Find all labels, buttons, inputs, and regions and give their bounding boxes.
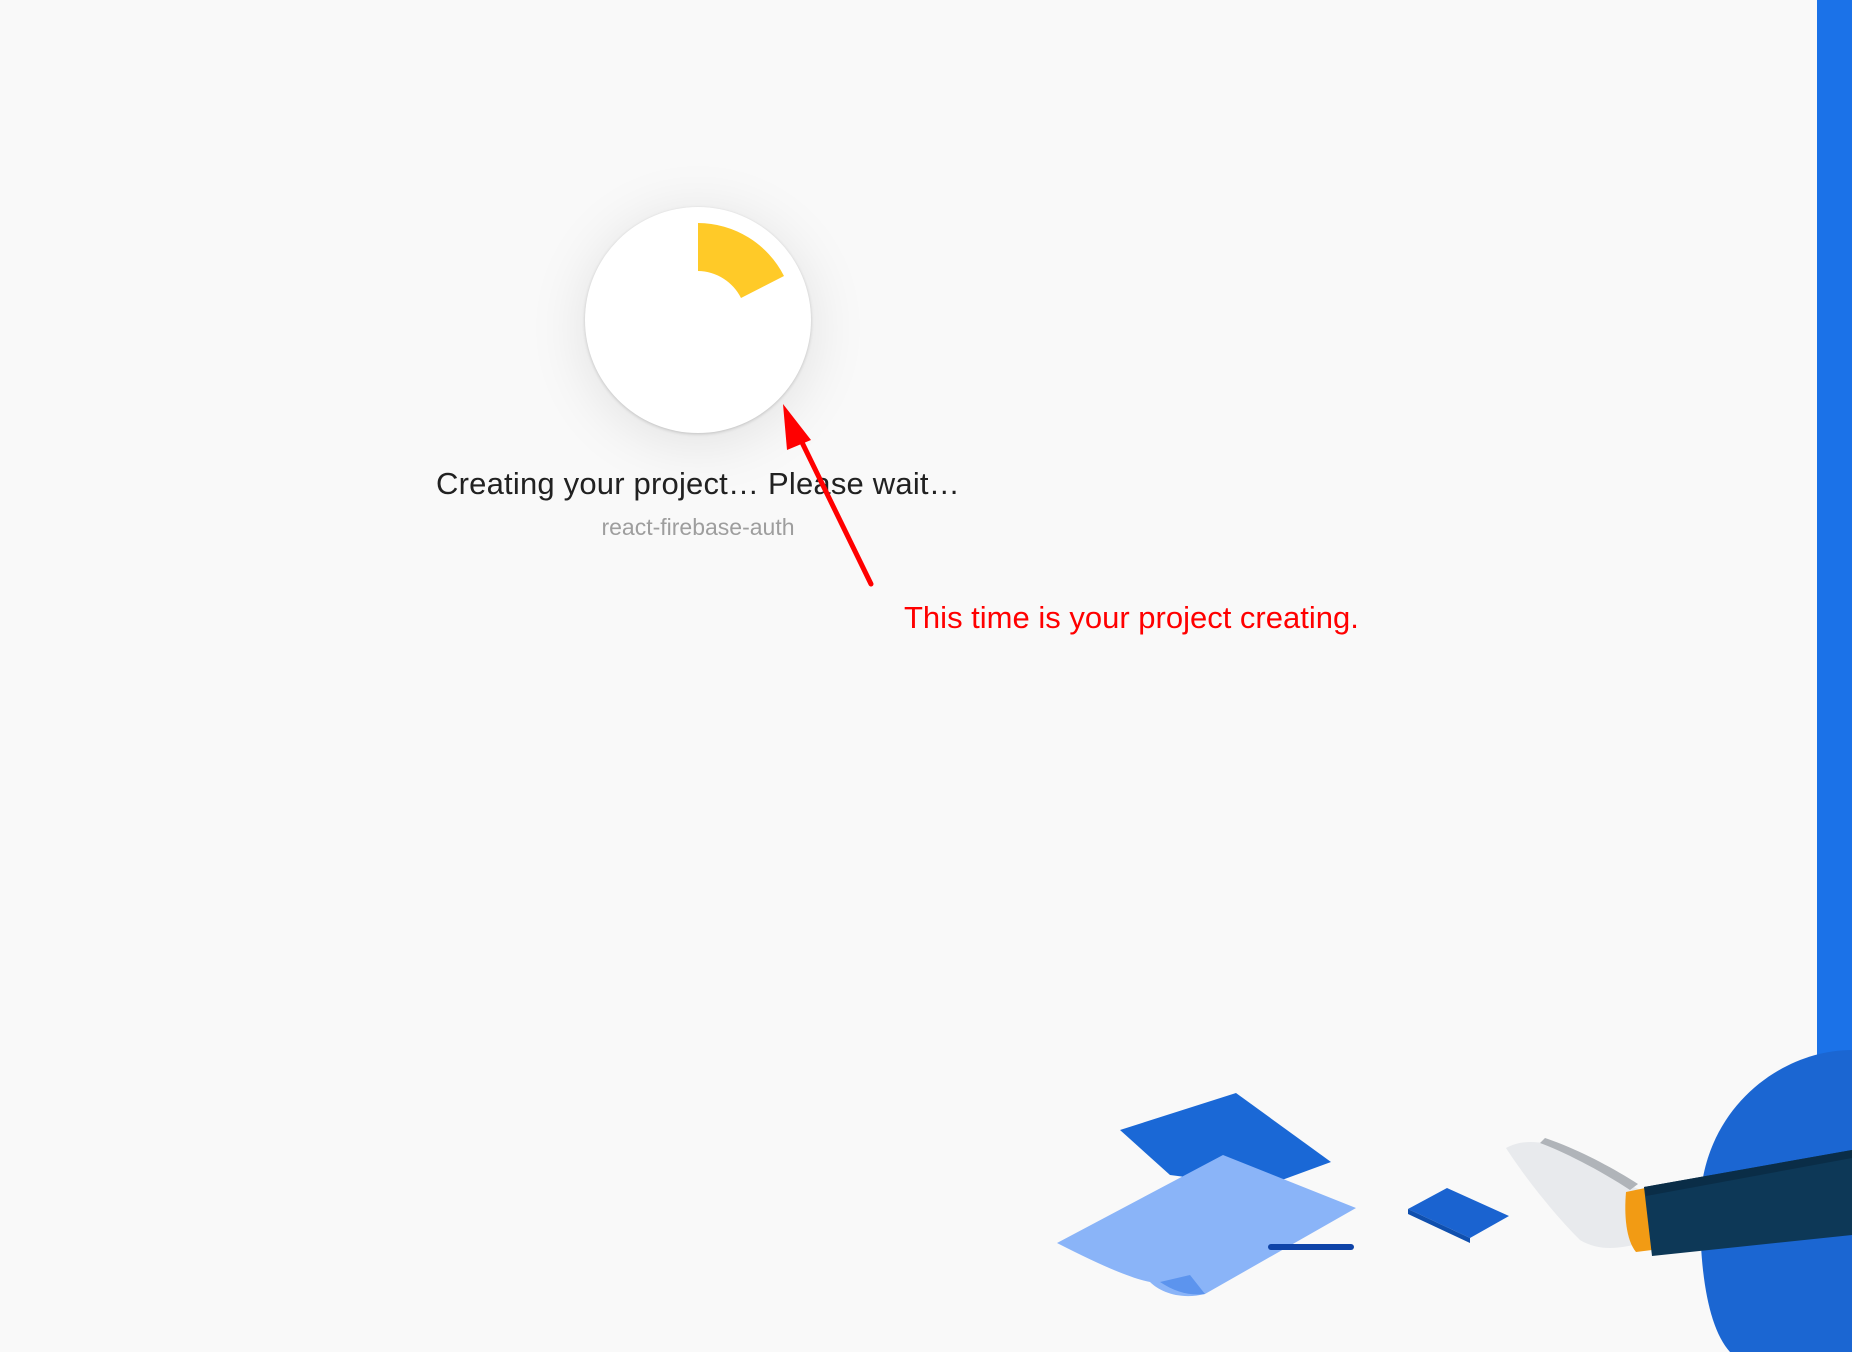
pen-icon (1268, 1244, 1354, 1250)
shoe-icon (1506, 1142, 1641, 1248)
decorative-illustration (1057, 1050, 1852, 1352)
loading-spinner (585, 207, 811, 433)
paper-icon (1057, 1155, 1356, 1297)
status-title: Creating your project… Please wait… (436, 466, 960, 501)
spinner-arc-icon (698, 223, 784, 298)
phone-icon (1408, 1188, 1509, 1238)
project-creation-page: Creating your project… Please wait… reac… (0, 0, 1852, 1352)
project-name: react-firebase-auth (601, 514, 795, 540)
annotation-note: This time is your project creating. (904, 600, 1359, 635)
